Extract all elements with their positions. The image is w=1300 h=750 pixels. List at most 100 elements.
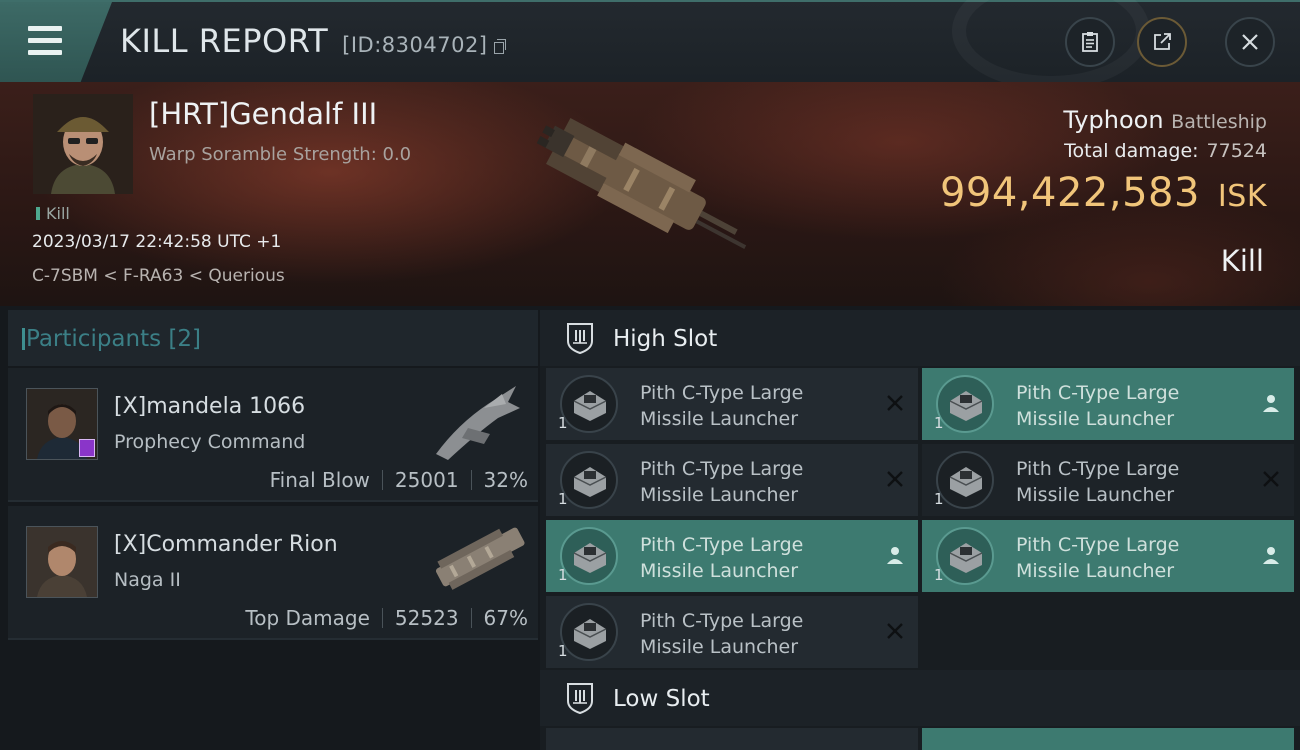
high-slot-label: High Slot	[613, 326, 718, 352]
clipboard-button[interactable]	[1065, 17, 1115, 67]
slot-item[interactable]: 1 Pith C-Type Large Missile Launcher	[546, 596, 918, 668]
alliance-badge	[79, 439, 95, 457]
victim-ship-image	[536, 117, 747, 249]
shield-icon	[567, 323, 593, 355]
clipboard-icon	[1082, 32, 1098, 52]
participants-header[interactable]: Participants [2]	[8, 310, 538, 366]
item-name-line2: Missile Launcher	[1016, 484, 1175, 506]
victim-name[interactable]: [HRT]Gendalf III	[149, 97, 377, 131]
participant-ship-image	[436, 386, 520, 460]
participant-row[interactable]: [X]Commander Rion Naga II Top Damage 5252…	[8, 506, 538, 640]
item-name-line2: Missile Launcher	[1016, 408, 1175, 430]
close-button[interactable]	[1225, 17, 1275, 67]
item-quantity: 1	[558, 566, 568, 584]
item-name-line1: Pith C-Type Large	[640, 534, 804, 556]
copy-icon[interactable]	[493, 39, 506, 54]
item-name-line1: Pith C-Type Large	[640, 458, 804, 480]
slot-item[interactable]	[922, 728, 1294, 750]
slot-item[interactable]: 1 Pith C-Type Large Missile Launcher	[922, 520, 1294, 592]
kill-tag: Kill	[36, 204, 70, 223]
isk-value: 994,422,583 ISK	[940, 170, 1267, 216]
module-icon	[560, 527, 618, 585]
participant-name[interactable]: [X]mandela 1066	[114, 394, 305, 419]
participant-avatar[interactable]	[26, 388, 98, 460]
destroyed-x-icon	[887, 471, 903, 487]
victim-avatar[interactable]	[33, 94, 133, 194]
item-name-line1: Pith C-Type Large	[1016, 458, 1180, 480]
low-slot-header: Low Slot	[540, 670, 1300, 726]
participants-label: Participants [2]	[21, 326, 202, 352]
item-name: Pith C-Type Large Missile Launcher	[640, 456, 870, 508]
fitting-panel: High Slot 1 Pith C-Type Large Missile Lau…	[540, 310, 1300, 750]
participant-ship: Naga II	[114, 569, 181, 591]
slot-item[interactable]	[546, 728, 918, 750]
module-icon	[560, 375, 618, 433]
victim-summary: [HRT]Gendalf III Warp Soramble Strength:…	[0, 82, 1300, 306]
participant-name[interactable]: [X]Commander Rion	[114, 532, 338, 557]
participant-row[interactable]: [X]mandela 1066 Prophecy Command Final B…	[8, 368, 538, 502]
participant-role: Top Damage	[245, 606, 370, 630]
victim-ship[interactable]: Typhoon Battleship	[1063, 106, 1267, 134]
slot-item[interactable]: 1 Pith C-Type Large Missile Launcher	[546, 444, 918, 516]
item-name-line2: Missile Launcher	[1016, 560, 1175, 582]
module-icon	[936, 451, 994, 509]
item-name: Pith C-Type Large Missile Launcher	[1016, 380, 1246, 432]
kill-status: Kill	[1220, 244, 1264, 278]
warp-scramble-strength: Warp Soramble Strength: 0.0	[149, 144, 412, 165]
report-id: [ID:8304702]	[342, 33, 488, 57]
participant-role: Final Blow	[269, 468, 370, 492]
destroyed-x-icon	[887, 395, 903, 411]
participant-damage: 52523	[394, 606, 459, 630]
dropped-person-icon	[1263, 547, 1279, 564]
item-name: Pith C-Type Large Missile Launcher	[1016, 456, 1246, 508]
item-quantity: 1	[558, 642, 568, 660]
share-button[interactable]	[1137, 17, 1187, 67]
participant-ship: Prophecy Command	[114, 431, 306, 453]
close-icon	[1242, 34, 1258, 50]
low-slot-label: Low Slot	[613, 686, 710, 712]
slot-item[interactable]: 1 Pith C-Type Large Missile Launcher	[546, 520, 918, 592]
kill-datetime: 2023/03/17 22:42:58 UTC +1	[32, 232, 282, 252]
slot-item[interactable]: 1 Pith C-Type Large Missile Launcher	[546, 368, 918, 440]
item-quantity: 1	[558, 414, 568, 432]
page-title: KILL REPORT [ID:8304702]	[120, 22, 506, 60]
kill-location[interactable]: C-7SBM < F-RA63 < Querious	[32, 266, 285, 286]
item-name-line1: Pith C-Type Large	[1016, 534, 1180, 556]
menu-button[interactable]	[0, 2, 112, 82]
participant-percent: 32%	[483, 468, 528, 492]
dropped-person-icon	[1263, 395, 1279, 412]
item-quantity: 1	[934, 490, 944, 508]
isk-amount: 994,422,583	[939, 170, 1200, 216]
total-damage-label: Total damage:	[1064, 140, 1199, 162]
item-quantity: 1	[558, 490, 568, 508]
item-quantity: 1	[934, 414, 944, 432]
participants-count: [2]	[168, 326, 202, 352]
participant-avatar[interactable]	[26, 526, 98, 598]
participant-stats: Final Blow 25001 32%	[270, 468, 528, 492]
module-icon	[936, 375, 994, 433]
module-icon	[936, 527, 994, 585]
isk-unit: ISK	[1217, 179, 1267, 214]
ship-name: Typhoon	[1063, 106, 1164, 134]
dropped-person-icon	[887, 547, 903, 564]
title-text: KILL REPORT	[120, 22, 329, 60]
participants-title: Participants	[26, 326, 162, 352]
item-name: Pith C-Type Large Missile Launcher	[640, 608, 870, 660]
item-name: Pith C-Type Large Missile Launcher	[640, 380, 870, 432]
destroyed-x-icon	[887, 623, 903, 639]
item-name-line2: Missile Launcher	[640, 484, 799, 506]
destroyed-x-icon	[1263, 471, 1279, 487]
participant-percent: 67%	[483, 606, 528, 630]
shield-icon	[567, 683, 593, 715]
item-name: Pith C-Type Large Missile Launcher	[640, 532, 870, 584]
slot-item[interactable]: 1 Pith C-Type Large Missile Launcher	[922, 444, 1294, 516]
item-name-line2: Missile Launcher	[640, 560, 799, 582]
total-damage: Total damage: 77524	[1064, 140, 1267, 162]
item-name-line2: Missile Launcher	[640, 636, 799, 658]
ship-class: Battleship	[1171, 111, 1267, 133]
item-name-line2: Missile Launcher	[640, 408, 799, 430]
participant-damage: 25001	[394, 468, 459, 492]
slot-item[interactable]: 1 Pith C-Type Large Missile Launcher	[922, 368, 1294, 440]
top-bar: KILL REPORT [ID:8304702]	[0, 0, 1300, 90]
high-slot-header: High Slot	[540, 310, 1300, 366]
